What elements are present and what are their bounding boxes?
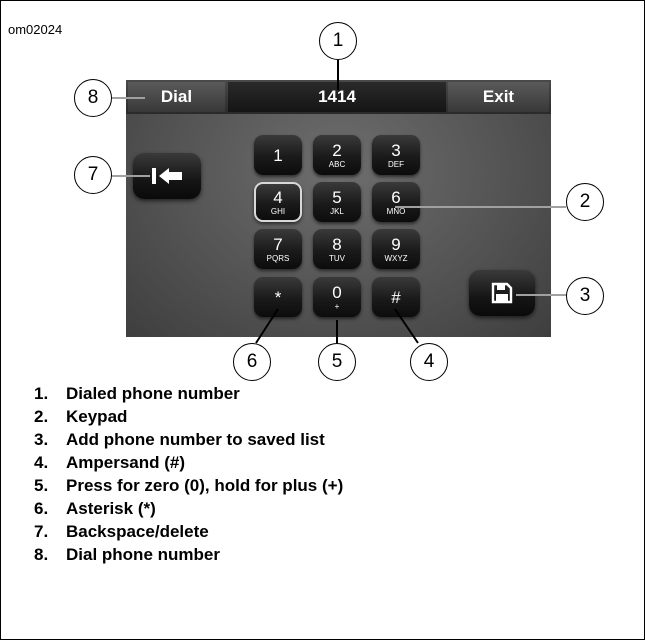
callout-5: 5 (318, 343, 356, 381)
callout-1: 1 (319, 22, 357, 60)
legend-text: Ampersand (#) (66, 453, 186, 472)
legend-item: 4. Ampersand (#) (34, 451, 343, 474)
callout-6: 6 (233, 343, 271, 381)
leader-line-6 (255, 308, 279, 344)
legend-text: Dialed phone number (66, 384, 240, 403)
legend-text: Press for zero (0), hold for plus (+) (66, 476, 344, 495)
legend-text: Dial phone number (66, 545, 220, 564)
legend-item: 3. Add phone number to saved list (34, 428, 343, 451)
legend-item: 2. Keypad (34, 405, 343, 428)
legend-number: 2. (34, 407, 49, 426)
callout-4: 4 (410, 343, 448, 381)
legend-number: 3. (34, 430, 49, 449)
legend-number: 6. (34, 499, 49, 518)
legend-item: 5. Press for zero (0), hold for plus (+) (34, 474, 343, 497)
legend-text: Asterisk (*) (66, 499, 156, 518)
legend-number: 8. (34, 545, 49, 564)
legend-number: 1. (34, 384, 49, 403)
legend-number: 5. (34, 476, 49, 495)
callout-2: 2 (566, 183, 604, 221)
legend-number: 4. (34, 453, 49, 472)
legend-text: Add phone number to saved list (66, 430, 325, 449)
callout-8: 8 (74, 79, 112, 117)
legend-item: 7. Backspace/delete (34, 520, 343, 543)
legend-text: Backspace/delete (66, 522, 209, 541)
legend-item: 1. Dialed phone number (34, 382, 343, 405)
callout-3: 3 (566, 277, 604, 315)
callout-7: 7 (74, 156, 112, 194)
legend-item: 6. Asterisk (*) (34, 497, 343, 520)
legend-number: 7. (34, 522, 49, 541)
leader-line-4 (394, 308, 419, 344)
legend-text: Keypad (66, 407, 128, 426)
legend-list: 1. Dialed phone number 2. Keypad 3. Add phone… (34, 382, 343, 566)
legend-item: 8. Dial phone number (34, 543, 343, 566)
